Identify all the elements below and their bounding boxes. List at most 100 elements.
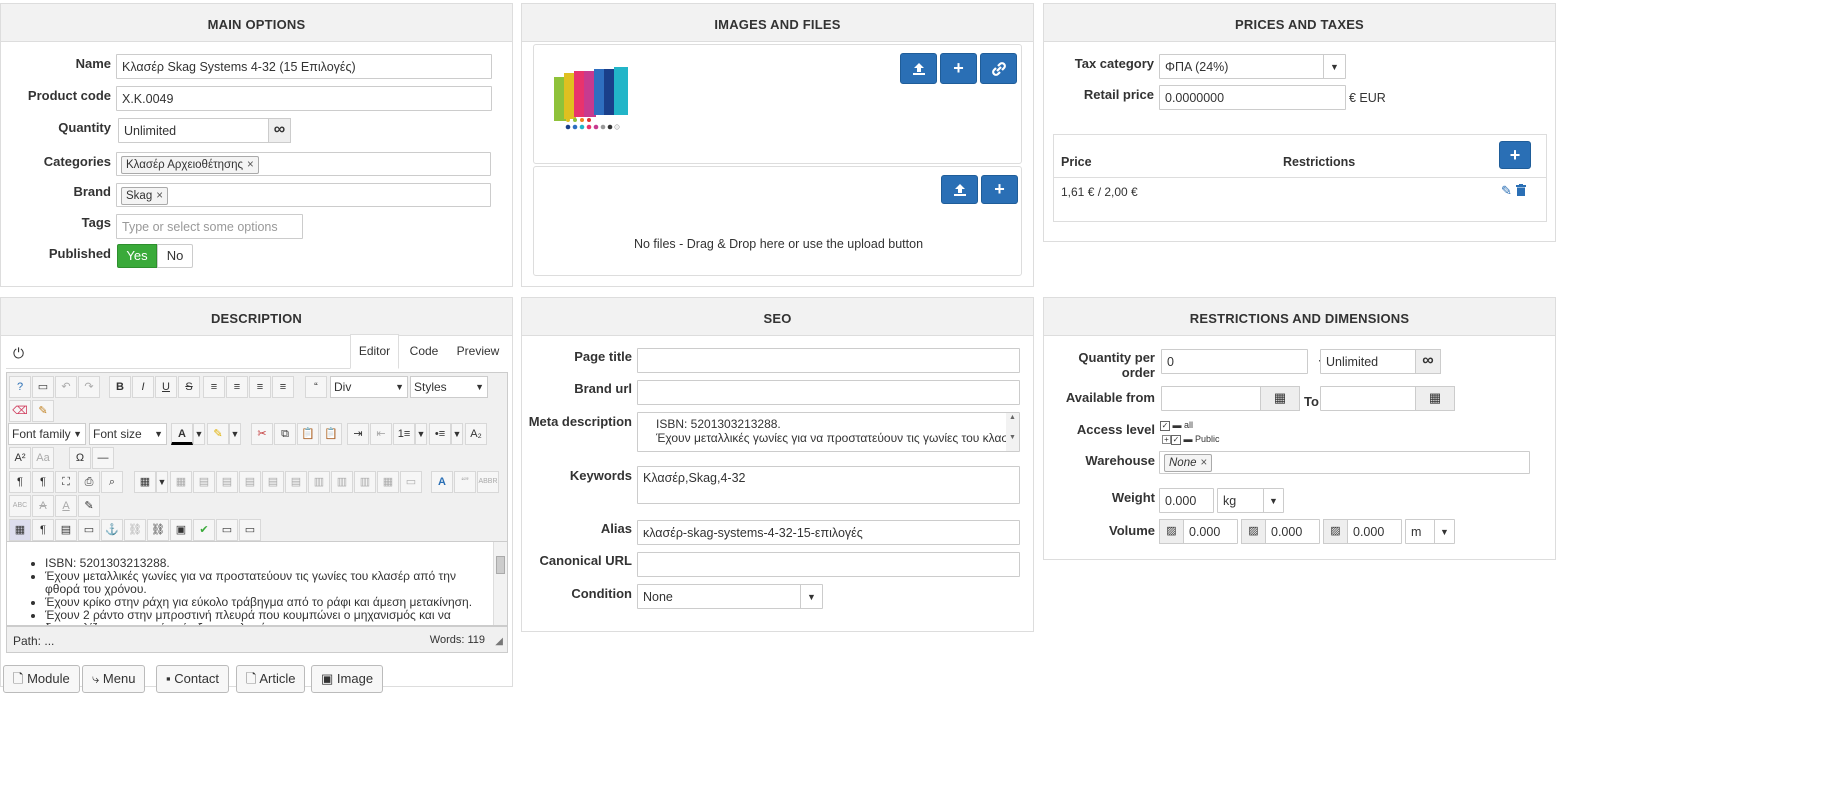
meta-scrollbar[interactable]: ▲ ▼ [1006,413,1019,451]
row-props-icon[interactable]: ▤ [193,471,215,493]
remove-tag-icon[interactable]: × [1201,457,1208,469]
delete-row-icon[interactable]: ▤ [285,471,307,493]
access-public-item[interactable]: + ✓ ▬ Public [1162,432,1220,446]
edit-price-icon[interactable]: ✎ [1501,183,1512,199]
outdent-icon[interactable]: ⇤ [370,423,392,445]
pagebreak-icon[interactable]: ▭ [78,519,100,541]
brand-tag[interactable]: Skag × [121,187,168,205]
acronym-icon[interactable]: ABC [9,495,31,517]
print-icon[interactable]: ⎙ [78,471,100,493]
files-dropzone[interactable]: + No files - Drag & Drop here or use the… [533,166,1022,276]
format-select[interactable]: Div ▼ [330,376,408,398]
template-icon[interactable]: ▤ [55,519,77,541]
blockquote-icon[interactable]: “ [305,376,327,398]
qty-min-field[interactable]: 0 [1161,349,1308,374]
col-before-icon[interactable]: ▥ [308,471,330,493]
calendar-button[interactable]: ▦ [1260,386,1300,411]
bold-icon[interactable]: B [109,376,131,398]
power-icon[interactable]: ⏻ [13,345,24,362]
horizontal-rule-icon[interactable]: — [92,447,114,469]
warehouse-tag[interactable]: None × [1164,454,1213,472]
category-tag[interactable]: Κλασέρ Αρχειοθέτησης × [121,156,259,174]
checkbox-checked-icon[interactable]: ✓ [1160,421,1170,431]
upload-image-button[interactable] [900,53,937,84]
fullscreen-icon[interactable]: ⛶ [55,471,77,493]
undo-icon[interactable]: ↶ [55,376,77,398]
tab-preview[interactable]: Preview [449,335,507,369]
help-icon[interactable]: ? [9,376,31,398]
canonical-url-field[interactable] [637,552,1020,577]
retail-price-field[interactable]: 0.0000000 [1159,85,1346,110]
cell-props-icon[interactable]: ▤ [216,471,238,493]
search-replace-icon[interactable]: ⌕ [101,471,123,493]
page-title-field[interactable] [637,348,1020,373]
insert-link-icon[interactable]: ⛓ [147,519,169,541]
align-left-icon[interactable]: ≡ [249,376,271,398]
highlight-icon[interactable]: ✎ [207,423,229,445]
weight-field[interactable]: 0.000 [1159,488,1214,513]
add-file-button[interactable]: + [981,175,1018,204]
contact-button[interactable]: ▪ Contact [156,665,230,693]
copy-icon[interactable]: ⧉ [274,423,296,445]
available-to-field[interactable] [1320,386,1416,411]
brand-url-field[interactable] [637,380,1020,405]
table-delete-icon[interactable]: ▦ [170,471,192,493]
bullet-list-icon[interactable]: •≡ [429,423,451,445]
font-family-select[interactable]: Font family ▼ [8,423,86,445]
upload-file-button[interactable] [941,175,978,204]
name-field[interactable]: Κλασέρ Skag Systems 4-32 (15 Επιλογές) [116,54,492,79]
link-image-button[interactable] [980,53,1017,84]
editor-scrollbar[interactable] [493,542,507,625]
remove-tag-icon[interactable]: × [247,159,254,171]
volume-length-field[interactable]: 0.000 [1183,519,1238,544]
case-icon[interactable]: Aa [32,447,54,469]
add-price-button[interactable]: + [1499,141,1531,169]
styles-select[interactable]: Styles ▼ [410,376,488,398]
tags-input[interactable]: Type or select some options [116,214,303,239]
font-size-select[interactable]: Font size ▼ [89,423,167,445]
row-before-icon[interactable]: ▤ [239,471,261,493]
condition-select[interactable]: None ▼ [637,584,823,609]
access-all-item[interactable]: ✓ ▬ all [1160,418,1220,432]
delete-price-icon[interactable] [1516,184,1526,196]
indent-icon[interactable]: ⇥ [347,423,369,445]
del-icon[interactable]: A [32,495,54,517]
qty-max-field[interactable]: Unlimited [1320,349,1416,374]
spellcheck-icon[interactable]: ✔ [193,519,215,541]
layer-icon[interactable]: ▭ [239,519,261,541]
keywords-field[interactable]: Κλασέρ,Skag,4-32 [637,466,1020,504]
volume-unit-select[interactable]: m ▼ [1405,519,1455,544]
brand-field[interactable]: Skag × [116,183,491,207]
new-document-icon[interactable]: ▭ [32,376,54,398]
align-right-icon[interactable]: ≡ [272,376,294,398]
strikethrough-icon[interactable]: S [178,376,200,398]
paint-brush-icon[interactable]: ✎ [32,400,54,422]
resize-handle-icon[interactable]: ◢ [495,636,503,647]
text-color-chevron-icon[interactable]: ▼ [193,423,205,445]
unlimited-toggle-button[interactable]: ∞ [1415,349,1441,374]
subscript-icon[interactable]: A₂ [465,423,487,445]
product-code-field[interactable]: X.K.0049 [116,86,492,111]
warehouse-field[interactable]: None × [1159,451,1530,474]
available-from-field[interactable] [1161,386,1261,411]
col-after-icon[interactable]: ▥ [331,471,353,493]
published-yes-button[interactable]: Yes [117,244,157,268]
cut-icon[interactable]: ✂ [251,423,273,445]
redo-icon[interactable]: ↷ [78,376,100,398]
table-icon[interactable]: ▦ [134,471,156,493]
paste-icon[interactable]: 📋 [297,423,319,445]
visual-aid-icon[interactable]: ▦ [9,519,31,541]
remove-tag-icon[interactable]: × [156,190,163,202]
cite-icon[interactable]: “” [454,471,476,493]
style-props-icon[interactable]: A [431,471,453,493]
weight-unit-select[interactable]: kg ▼ [1217,488,1284,513]
eraser-icon[interactable]: ⌫ [9,400,31,422]
tab-editor[interactable]: Editor [350,334,399,369]
abbr-icon[interactable]: ABBR [477,471,499,493]
rtl-icon[interactable]: ¶ [32,471,54,493]
add-image-button[interactable]: + [940,53,977,84]
superscript-icon[interactable]: A² [9,447,31,469]
tax-category-select[interactable]: ΦΠΑ (24%) ▼ [1159,54,1346,79]
volume-width-field[interactable]: 0.000 [1265,519,1320,544]
ltr-icon[interactable]: ¶ [9,471,31,493]
